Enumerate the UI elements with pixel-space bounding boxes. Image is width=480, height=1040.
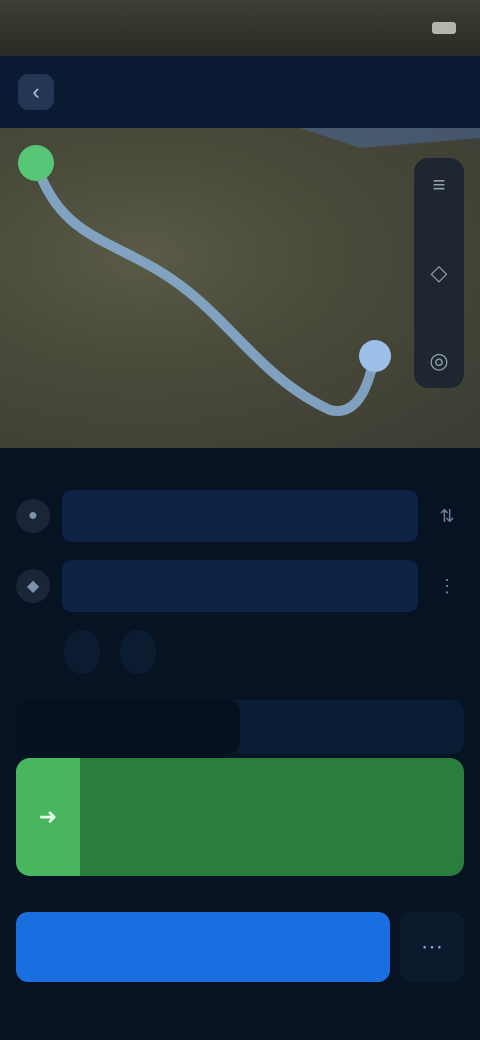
more-icon[interactable]: ⋯ [400,912,464,982]
destination-pin-icon: ◆ [16,569,50,603]
layers-icon[interactable]: ≡ [433,172,446,198]
route-info [80,758,112,876]
battery-icon [432,22,456,34]
map-controls: ≡ ◇ ◎ [414,158,464,388]
origin-dot-icon: ● [16,499,50,533]
option-chip[interactable] [120,630,156,674]
origin-input[interactable] [62,490,418,542]
origin-row: ● ⇅ [16,490,464,542]
header: ‹ [0,56,480,128]
route-options [64,630,156,674]
status-icons [432,22,456,34]
mode-option[interactable] [240,700,464,754]
mode-toggle [16,700,464,754]
back-arrow-icon[interactable]: ‹ [18,74,54,110]
destination-input[interactable] [62,560,418,612]
map-water [0,128,480,148]
route-icon: ➜ [16,758,80,876]
option-chip[interactable] [64,630,100,674]
route-card[interactable]: ➜ [16,758,464,876]
destination-marker [359,340,391,372]
mode-option[interactable] [16,700,240,754]
start-button[interactable] [16,912,390,982]
route-line [31,158,380,416]
origin-marker [18,145,54,181]
action-bar: ⋯ [16,912,464,982]
map-canvas [0,128,480,416]
status-bar [0,0,480,56]
options-icon[interactable]: ⋮ [430,569,464,603]
route-map[interactable]: ≡ ◇ ◎ [0,128,480,448]
swap-icon[interactable]: ⇅ [430,499,464,533]
destination-row: ◆ ⋮ [16,560,464,612]
locate-icon[interactable]: ◎ [429,348,448,374]
compass-icon[interactable]: ◇ [431,260,448,286]
navigation-app: ‹ ≡ ◇ ◎ ● ⇅ ◆ ⋮ ➜ ⋯ [0,0,480,1040]
